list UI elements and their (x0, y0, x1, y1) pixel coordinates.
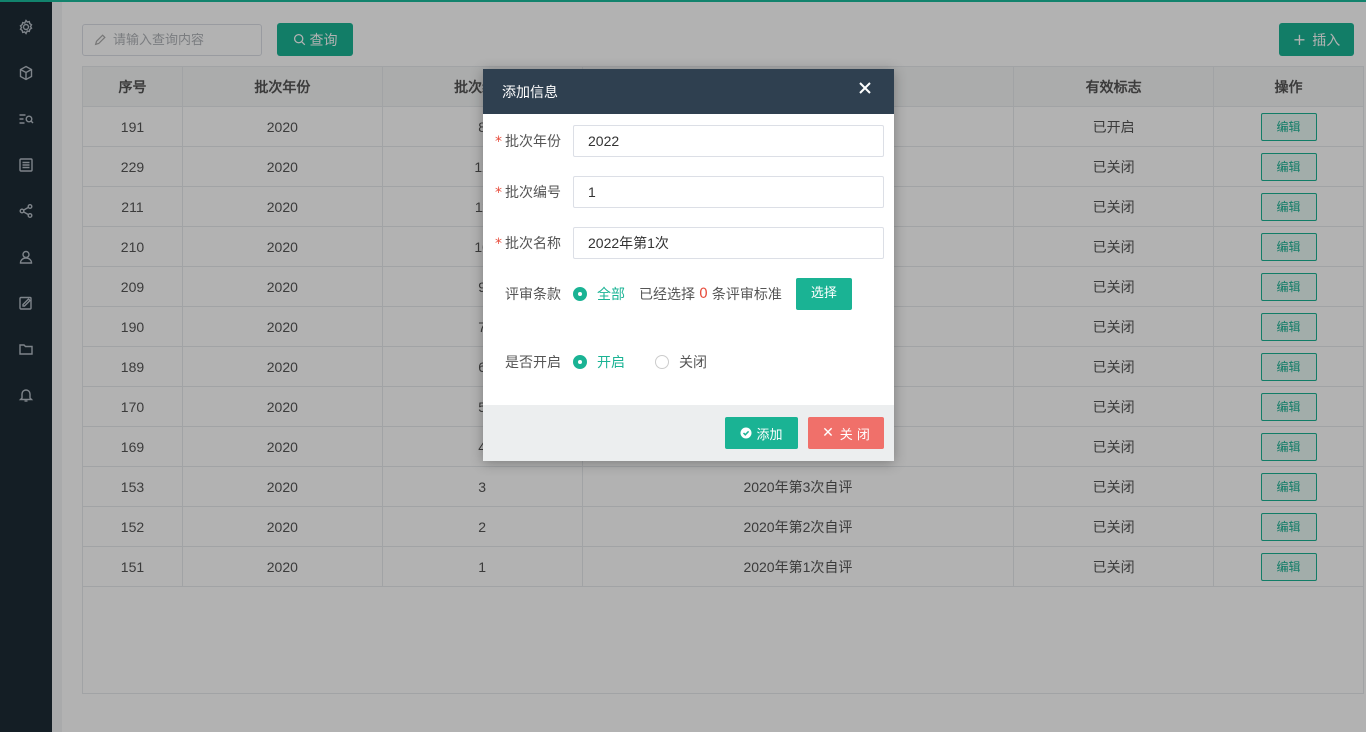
close-x-icon: ✕ (822, 425, 834, 441)
enable-label: 是否开启 (505, 355, 561, 371)
check-circle-icon (740, 427, 752, 439)
add-button[interactable]: 添加 (725, 417, 798, 449)
add-info-dialog: 添加信息 *批次年份 *批次编号 *批次名称 评审条款 全部 已经选择 0 条评… (483, 69, 894, 461)
num-label: * 批次编号 (495, 185, 561, 201)
close-button-label: 关 闭 (839, 427, 870, 443)
enable-off-radio[interactable]: 关闭 (655, 352, 707, 372)
close-button[interactable]: ✕ 关 闭 (808, 417, 884, 449)
name-input[interactable] (573, 227, 884, 259)
close-icon[interactable] (858, 81, 874, 97)
name-label: * 批次名称 (495, 236, 561, 252)
dialog-header: 添加信息 (483, 69, 894, 114)
name-row: * 批次名称 (483, 227, 894, 259)
selected-prefix: 已经选择 (639, 287, 695, 303)
add-button-label: 添加 (756, 427, 783, 443)
criteria-row: 评审条款 全部 已经选择 0 条评审标准 选择 (483, 278, 894, 310)
criteria-all-radio[interactable]: 全部 (573, 284, 625, 304)
dialog-footer: 添加 ✕ 关 闭 (483, 405, 894, 461)
criteria-label: 评审条款 (505, 287, 561, 303)
year-label: * 批次年份 (495, 134, 561, 150)
selected-count: 0 (699, 286, 708, 302)
year-input[interactable] (573, 125, 884, 157)
selected-suffix: 条评审标准 (711, 287, 782, 303)
select-button[interactable]: 选择 (795, 278, 852, 310)
enable-on-radio[interactable]: 开启 (573, 352, 625, 372)
num-input[interactable] (573, 176, 884, 208)
enable-row: 是否开启 开启 关闭 (483, 346, 894, 378)
num-row: * 批次编号 (483, 176, 894, 208)
year-row: * 批次年份 (483, 125, 894, 157)
dialog-title: 添加信息 (502, 84, 558, 101)
